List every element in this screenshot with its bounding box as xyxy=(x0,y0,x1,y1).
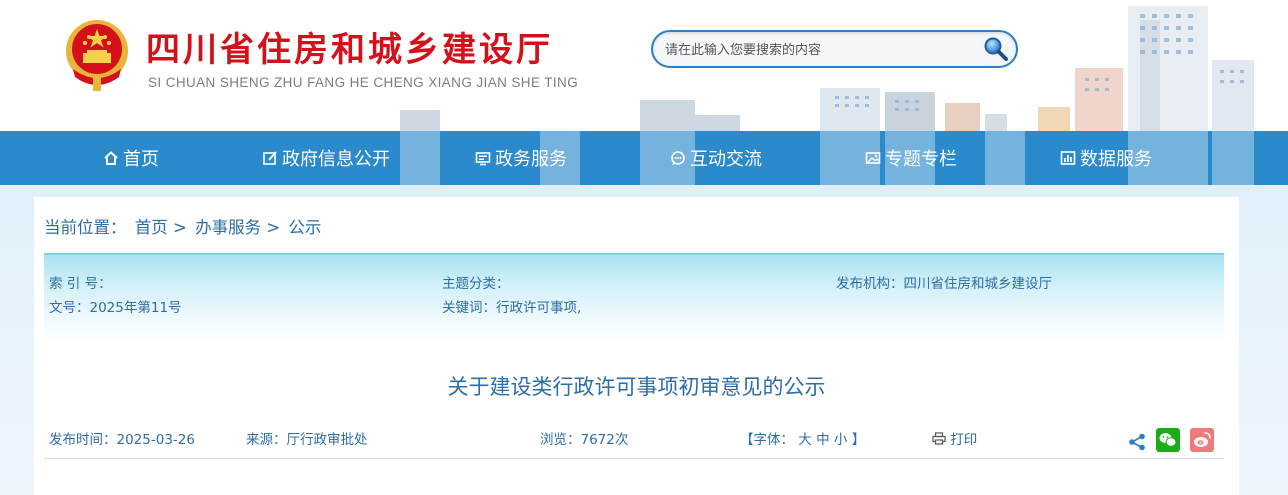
font-size-label: 【字体： xyxy=(740,432,794,448)
nav-item-label: 数据服务 xyxy=(1080,149,1152,170)
wechat-share-icon[interactable] xyxy=(1156,428,1180,452)
site-title: 四川省住房和城乡建设厅 xyxy=(146,30,553,70)
info-divider xyxy=(44,458,1224,459)
nav-item-special-topics[interactable]: 专题专栏 xyxy=(865,131,957,185)
image-icon xyxy=(865,152,881,164)
nav-item-interaction[interactable]: 互动交流 xyxy=(670,131,762,185)
chat-icon xyxy=(671,151,685,165)
meta-keywords: 关键词：行政许可事项, xyxy=(442,300,582,316)
share-icon[interactable] xyxy=(1128,433,1146,451)
view-count: 浏览：7672次 xyxy=(540,432,629,448)
edit-icon xyxy=(263,151,277,165)
main-nav: 首页 政府信息公开 政务服务 互动交流 专题专栏 数据服务 xyxy=(0,131,1288,185)
publish-time: 发布时间：2025-03-26 xyxy=(49,432,195,448)
breadcrumb-separator: > xyxy=(266,218,281,237)
national-emblem-logo xyxy=(66,20,128,91)
font-size-large[interactable]: 大 xyxy=(798,432,812,448)
search-input[interactable] xyxy=(665,40,975,60)
chart-icon xyxy=(1060,151,1076,165)
search-box xyxy=(651,30,1018,68)
nav-item-label: 互动交流 xyxy=(690,149,762,170)
weibo-share-icon[interactable] xyxy=(1190,428,1214,452)
content-card: 当前位置： 首页 > 办事服务 > 公示 索 引 号： 主题分类： 发布机构：四… xyxy=(34,197,1239,495)
home-icon xyxy=(104,151,118,165)
article-source: 来源：厅行政审批处 xyxy=(246,432,368,448)
nav-item-label: 专题专栏 xyxy=(885,149,957,170)
printer-icon xyxy=(932,432,946,445)
nav-item-gov-info[interactable]: 政府信息公开 xyxy=(262,131,390,185)
meta-document-number: 文号：2025年第11号 xyxy=(49,300,182,316)
font-size-control: 【字体： 大 中 小 】 xyxy=(740,428,865,448)
font-size-label-end: 】 xyxy=(851,432,866,448)
breadcrumb-link-notice[interactable]: 公示 xyxy=(288,218,321,237)
breadcrumb: 当前位置： 首页 > 办事服务 > 公示 xyxy=(44,214,321,238)
nav-item-label: 政府信息公开 xyxy=(282,149,390,170)
nav-item-home[interactable]: 首页 xyxy=(103,131,159,185)
font-size-small[interactable]: 小 xyxy=(834,432,848,448)
nav-item-gov-services[interactable]: 政务服务 xyxy=(475,131,567,185)
breadcrumb-prefix: 当前位置： xyxy=(44,218,127,237)
document-meta-box: 索 引 号： 主题分类： 发布机构：四川省住房和城乡建设厅 文号：2025年第1… xyxy=(44,253,1224,343)
font-size-medium[interactable]: 中 xyxy=(816,432,830,448)
search-icon[interactable] xyxy=(982,35,1010,63)
monitor-icon xyxy=(475,152,491,166)
breadcrumb-link-services[interactable]: 办事服务 xyxy=(195,218,261,237)
nav-item-label: 首页 xyxy=(123,149,159,170)
breadcrumb-link-home[interactable]: 首页 xyxy=(135,218,168,237)
meta-category: 主题分类： xyxy=(442,276,510,292)
print-label: 打印 xyxy=(950,432,978,448)
nav-item-data-services[interactable]: 数据服务 xyxy=(1060,131,1152,185)
article-title: 关于建设类行政许可事项初审意见的公示 xyxy=(447,375,826,399)
print-button[interactable]: 打印 xyxy=(932,428,977,448)
site-header: 四川省住房和城乡建设厅 SI CHUAN SHENG ZHU FANG HE C… xyxy=(0,0,1288,131)
meta-publisher: 发布机构：四川省住房和城乡建设厅 xyxy=(836,276,1052,292)
site-pinyin-subtitle: SI CHUAN SHENG ZHU FANG HE CHENG XIANG J… xyxy=(148,75,579,90)
meta-index-number: 索 引 号： xyxy=(49,276,112,292)
nav-item-label: 政务服务 xyxy=(495,149,567,170)
breadcrumb-separator: > xyxy=(173,218,187,237)
